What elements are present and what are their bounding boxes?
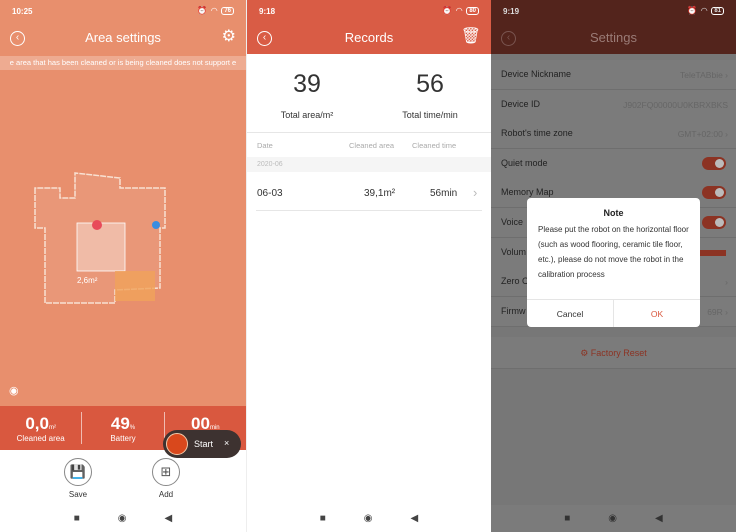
dialog-title: Note [603,208,624,218]
settings-row[interactable]: Quiet mode [491,148,736,179]
total-area-label: Total area/m² [280,110,334,120]
col-time: Cleaned time [412,141,457,150]
factory-reset-button[interactable]: ⚙ Factory Reset [491,337,736,369]
home-button[interactable]: ◉ [608,513,617,524]
col-area: Cleaned area [349,141,395,150]
status-bar: 9:18 ⏰ ◠ 80 [247,0,491,22]
system-nav: ■ ◉ ◀ [247,505,491,532]
toggle-switch[interactable] [702,186,726,200]
trash-icon[interactable]: 🗑 [461,27,481,47]
row-value: › [725,277,728,288]
stat-cleaned-area: 0,0m² Cleaned area [0,412,83,444]
total-time-label: Total time/min [402,110,458,120]
cancel-button[interactable]: Cancel [527,300,614,327]
wifi-icon: ◠ [211,6,218,15]
alarm-icon: ⏰ [687,6,698,15]
settings-screen: 9:19 ⏰ ◠ 81 ‹ Settings Device Nickname Tele… [491,0,736,532]
back-nav-button[interactable]: ◀ [411,513,419,524]
back-nav-button[interactable]: ◀ [655,513,663,524]
save-button[interactable]: 💾 Save [63,458,93,499]
floor-map[interactable]: 2,6m² [15,168,175,318]
status-bar: 10:25 ⏰ ◠ 76 [0,0,246,22]
page-title: Settings [590,30,637,45]
close-pill-button[interactable]: × [224,438,229,448]
add-zone-icon: ⊞ [152,458,180,486]
start-pill[interactable]: Start × [163,430,241,458]
locate-icon[interactable]: ◉ [9,384,19,397]
row-label: Robot's time zone [501,128,573,139]
status-time: 10:25 [12,7,33,16]
back-button[interactable]: ‹ [257,31,272,46]
toggle-switch[interactable] [702,216,726,229]
row-label: Device Nickname [501,69,572,79]
cleaned-zone [115,271,155,301]
header: ‹ Settings [491,22,736,54]
alarm-icon: ⏰ [197,6,208,15]
page-title: Area settings [85,30,161,45]
ok-button[interactable]: OK [614,300,700,327]
delete-zone-icon [92,220,102,230]
row-label: Zero C [501,276,529,287]
header: ‹ Records 🗑 [247,22,491,54]
back-button[interactable]: ‹ [501,31,516,46]
row-label: Volum [501,246,527,257]
row-label: Quiet mode [501,157,548,168]
toggle-switch[interactable] [702,156,726,170]
robot-icon [152,221,160,229]
chevron-right-icon: › [473,185,478,200]
recents-button[interactable]: ■ [320,513,326,524]
note-dialog: Note Please put the robot on the horizon… [527,198,700,327]
home-button[interactable]: ◉ [364,513,373,524]
status-bar: 9:19 ⏰ ◠ 81 [491,0,736,22]
back-button[interactable]: ‹ [10,31,25,46]
system-nav: ■ ◉ ◀ [491,505,736,532]
month-group: 2020-06 [247,157,491,172]
records-screen: 9:18 ⏰ ◠ 80 ‹ Records 🗑 39 Total area/m² 5… [246,0,491,532]
back-nav-button[interactable]: ◀ [165,513,173,524]
start-button[interactable] [166,433,188,455]
gear-icon[interactable]: ⚙ [222,27,236,47]
battery-icon: 80 [466,6,479,15]
row-value: J902FQ00000U0KBRXBKS [623,99,728,110]
row-label: Device ID [501,98,541,109]
dialog-body: Please put the robot on the horizontal f… [538,225,689,279]
wifi-icon: ◠ [456,6,463,15]
home-button[interactable]: ◉ [118,513,127,524]
system-nav: ■ ◉ ◀ [0,505,246,532]
header: ‹ Area settings ⚙ [0,22,246,54]
actions-bar: 💾 Save ⊞ Add [0,450,246,505]
add-button[interactable]: ⊞ Add [151,458,181,499]
page-title: Records [344,30,394,45]
row-value: TeleTABbie › [679,70,728,80]
area-settings-screen: 10:25 ⏰ ◠ 76 ‹ Area settings ⚙ e area that… [0,0,246,532]
row-label: Firmw [501,305,526,316]
row-value: 69R › [707,306,728,317]
stat-battery: 49% Battery [82,412,165,444]
info-banner: e area that has been cleaned or is being… [0,56,246,70]
battery-icon: 81 [711,6,724,15]
total-time-value: 56 [416,70,444,98]
total-area-value: 39 [293,70,321,98]
settings-row[interactable]: Robot's time zone GMT+02:00 › [491,119,736,150]
gear-icon: ⚙ [580,348,591,358]
wifi-icon: ◠ [701,6,708,15]
battery-icon: 76 [221,6,234,15]
row-label: Voice [501,217,524,227]
recents-button[interactable]: ■ [74,513,80,524]
col-date: Date [257,141,273,150]
zone-area-label: 2,6m² [77,276,98,285]
recents-button[interactable]: ■ [564,513,570,524]
selected-zone [76,222,126,272]
settings-row[interactable]: Device Nickname TeleTABbie › [491,60,736,90]
settings-row[interactable]: Device ID J902FQ00000U0KBRXBKS [491,89,736,120]
save-icon: 💾 [64,458,92,486]
alarm-icon: ⏰ [442,6,453,15]
row-label: Memory Map [501,187,554,198]
row-value: GMT+02:00 › [677,129,728,140]
